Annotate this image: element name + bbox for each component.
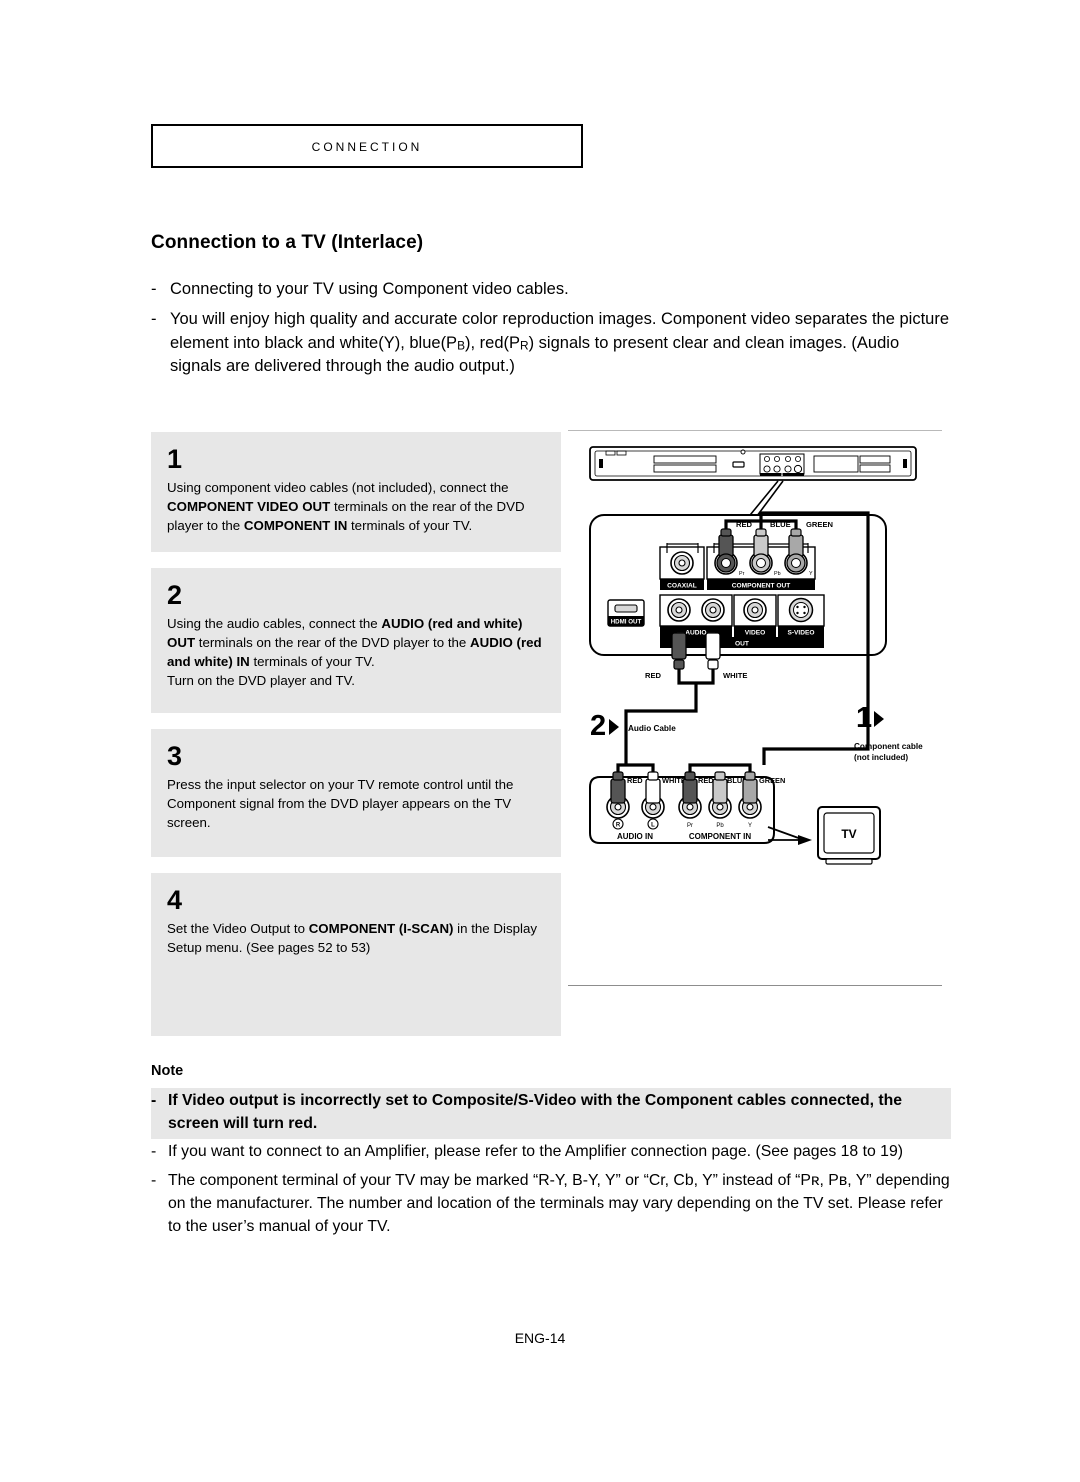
tv-pin-pr: Pr [687,823,693,829]
tv-pin-y: Y [748,823,752,829]
tv-label: TV [841,827,856,841]
intro-bullet-2-text: You will enjoy high quality and accurate… [170,308,951,378]
step-box-2: 2 Using the audio cables, connect the AU… [151,568,561,713]
label-hdmi-out: HDMI OUT [611,619,642,626]
intro-b2-mid: ), red(P [465,333,521,352]
note-item-3: - The component terminal of your TV may … [151,1168,951,1242]
note-item-2: - If you want to connect to an Amplifier… [151,1139,951,1168]
bullet-dash: - [151,280,157,298]
callout-2-caption: Audio Cable [628,724,676,733]
intro-bullet-1-text: Connecting to your TV using Component vi… [170,280,569,298]
step-text-4: Set the Video Output to COMPONENT (I-SCA… [167,921,537,956]
callout-2-number: 2 [590,710,606,742]
bullet-dash: - [151,310,157,329]
note-item-1: - If Video output is incorrectly set to … [151,1088,951,1140]
chapter-title: Connection [311,136,423,155]
note-item-1-text: If Video output is incorrectly set to Co… [168,1092,903,1132]
plug-label-white-tv: WHITE [662,776,686,785]
tv-pin-pb: Pb [716,823,724,829]
dvd-rear-panel-detail: COAXIAL Pr Pb Y COMPONENT OUT HDMI OUT —… [589,514,887,656]
intro-bullet-1: - Connecting to your TV using Component … [151,278,951,301]
intro-b2-sub1: B [457,338,465,353]
step-number-3: 3 [167,741,182,771]
connection-diagram: COAXIAL Pr Pb Y COMPONENT OUT HDMI OUT —… [568,435,942,983]
plug-label-green-dvd: GREEN [806,520,833,529]
callout-1: 1 Component cable (not included) [854,702,923,762]
step-box-3: 3 Press the input selector on your TV re… [151,729,561,857]
tv-set-icon: TV [817,806,881,865]
note-label: Note [151,1063,184,1079]
plug-label-red-audio-dvd: RED [645,671,662,680]
label-audio-in: AUDIO IN [617,832,653,841]
note-dash: - [151,1092,157,1109]
chapter-header-box: Connection [151,124,583,168]
label-out-band: OUT [735,641,749,648]
label-component-out: COMPONENT OUT [732,583,791,590]
plug-label-red-comp-tv: RED [698,776,714,785]
tv-pin-r: R [616,823,621,829]
label-component-in: COMPONENT IN [689,832,751,841]
step-list: 1 Using component video cables (not incl… [151,432,561,1052]
label-video-out: VIDEO [745,630,766,637]
note-dash: - [151,1143,157,1161]
label-coaxial: COAXIAL [667,583,697,590]
intro-bullet-2: - You will enjoy high quality and accura… [151,308,951,378]
label-y-out: Y [809,571,813,577]
diagram-divider-top [568,430,942,431]
label-svideo-out: S-VIDEO [787,630,814,637]
intro-b2-sub2: R [520,338,529,353]
label-pb-out: Pb [774,571,781,577]
manual-page: Connection Connection to a TV (Interlace… [0,0,1080,1482]
page-footer: ENG-14 [514,1330,566,1346]
step-number-1: 1 [167,444,182,474]
tv-pin-l: L [651,823,655,829]
diagram-divider-bottom [568,985,942,986]
note-item-2-text: If you want to connect to an Amplifier, … [168,1143,904,1161]
note-dash: - [151,1172,157,1190]
step-text-1: Using component video cables (not includ… [167,480,525,534]
callout-1-caption-line2: (not included) [854,753,908,762]
note-list: - If Video output is incorrectly set to … [151,1088,951,1242]
label-pr-out: Pr [739,571,745,577]
note-item-3-text: The component terminal of your TV may be… [168,1172,950,1235]
dvd-player-rear-strip [589,446,917,481]
callout-1-caption-line1: Component cable [854,742,923,751]
plug-label-red-tv: RED [627,776,643,785]
step-number-2: 2 [167,580,182,610]
page-title: Connection to a TV (Interlace) [151,232,424,253]
step-box-4: 4 Set the Video Output to COMPONENT (I-S… [151,873,561,1036]
intro-bullet-list: - Connecting to your TV using Component … [151,278,951,386]
callout-1-number: 1 [856,702,872,734]
plug-label-green-comp-tv: GREEN [759,776,785,785]
step-number-4: 4 [167,885,182,915]
step-box-1: 1 Using component video cables (not incl… [151,432,561,552]
connection-diagram-svg: COAXIAL Pr Pb Y COMPONENT OUT HDMI OUT —… [589,446,923,865]
callout-2: 2 Audio Cable [590,710,676,742]
step-text-3: Press the input selector on your TV remo… [167,777,514,831]
plug-label-white-audio-dvd: WHITE [723,671,747,680]
step-text-2: Using the audio cables, connect the AUDI… [167,616,542,689]
